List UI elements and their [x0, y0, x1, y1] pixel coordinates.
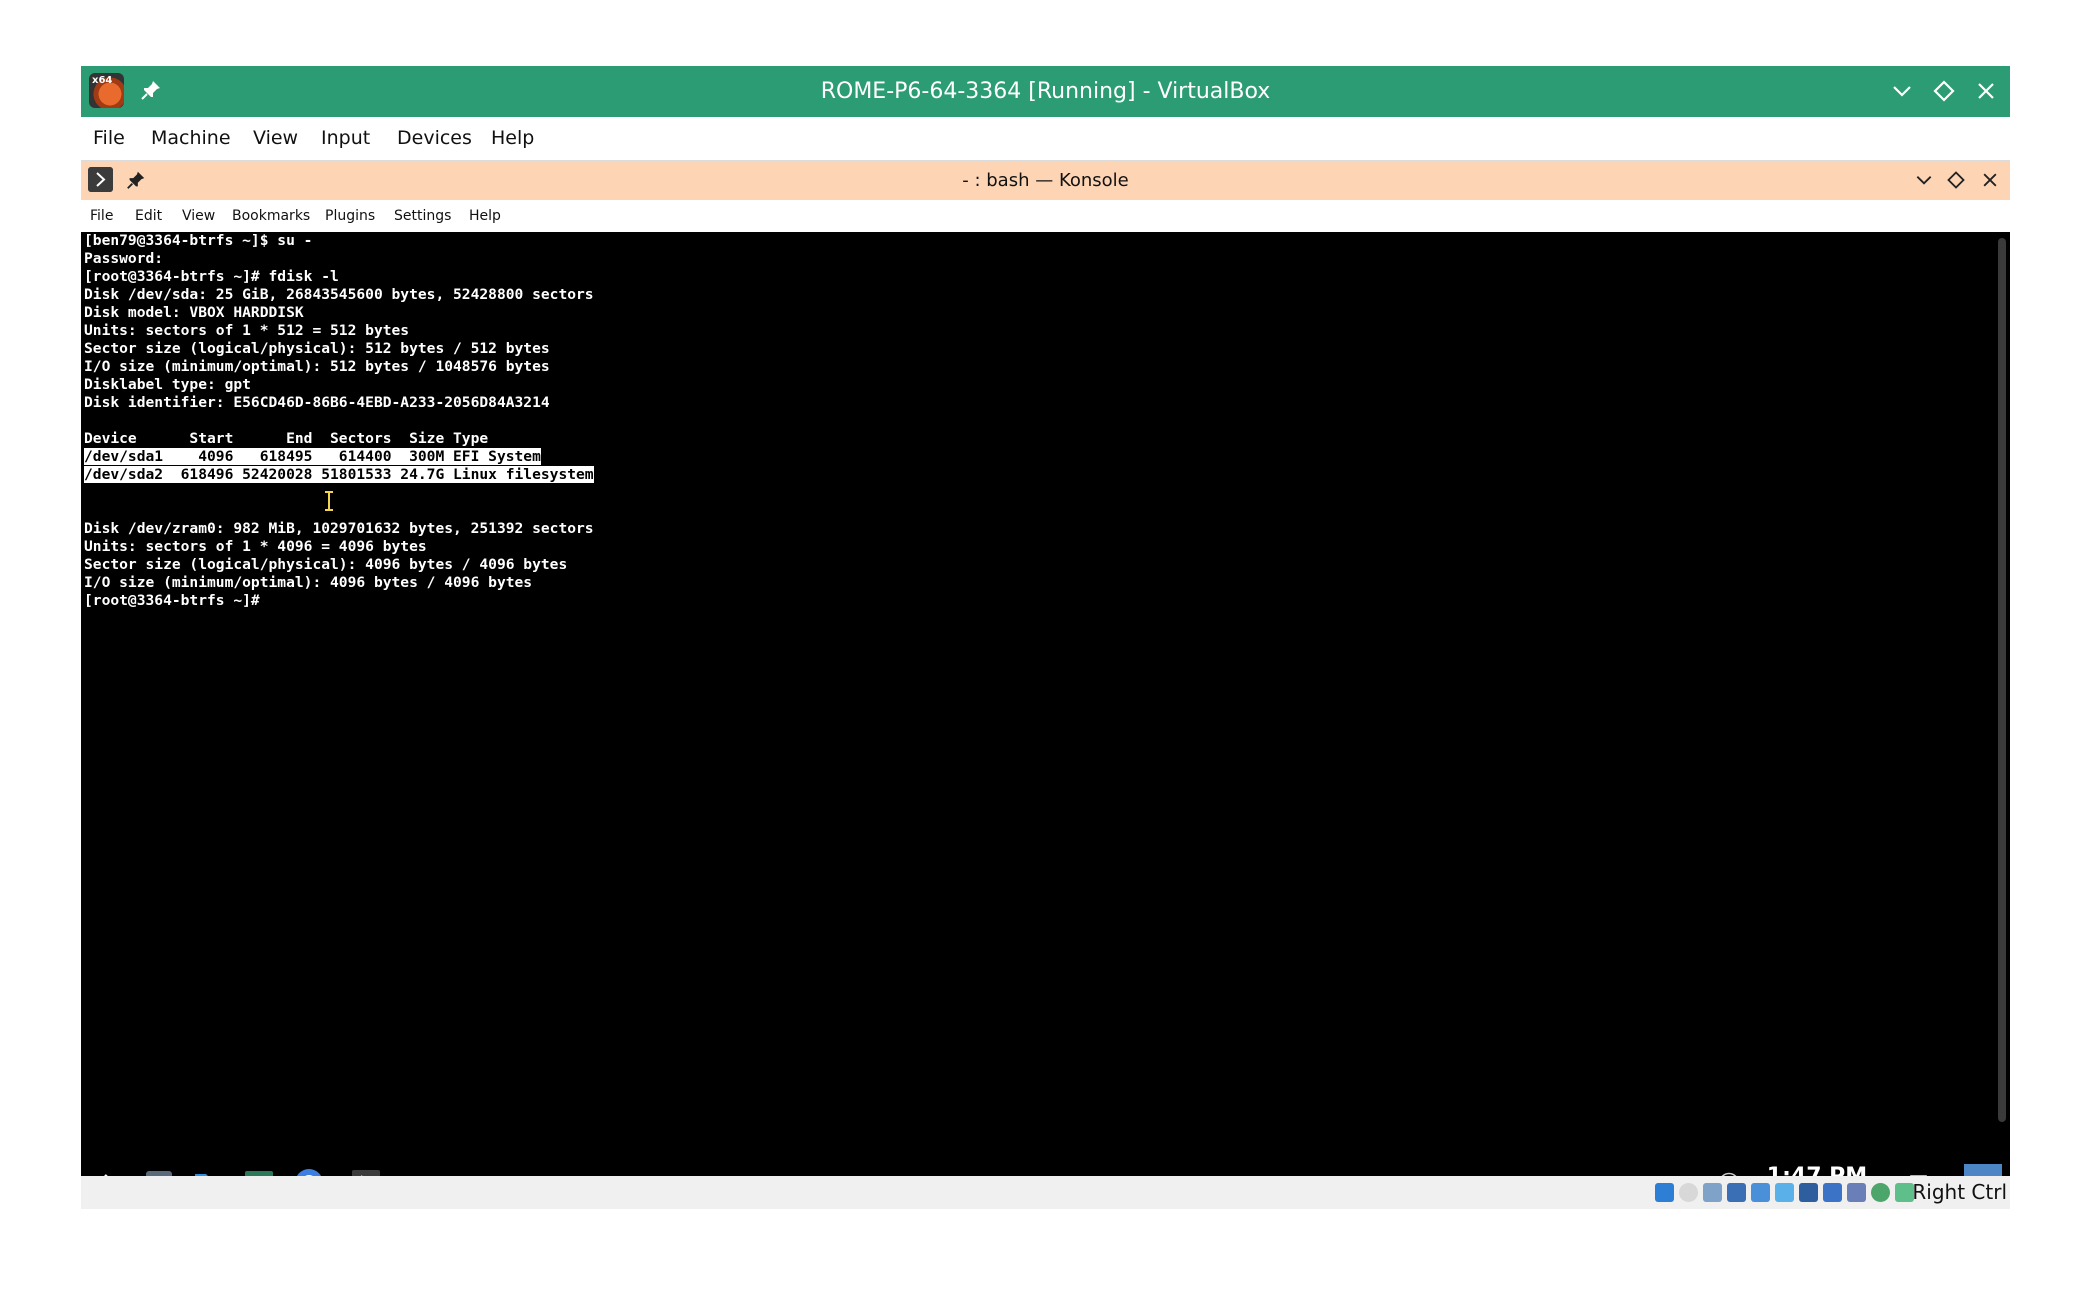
shared-folders-icon[interactable] [1775, 1183, 1794, 1202]
terminal-line: Disklabel type: gpt [84, 376, 251, 393]
menu-help[interactable]: Help [491, 117, 534, 160]
konsole-menu-file[interactable]: File [90, 200, 113, 232]
cpu-icon[interactable] [1847, 1183, 1866, 1202]
vbox-menubar: File Machine View Input Devices Help [81, 117, 2010, 161]
konsole-titlebar[interactable]: - : bash — Konsole [81, 161, 2010, 200]
maximize-icon[interactable] [1932, 79, 1956, 103]
terminal-scrollbar[interactable] [1998, 238, 2006, 1122]
konsole-menu-plugins[interactable]: Plugins [325, 200, 375, 232]
audio-icon[interactable] [1703, 1183, 1722, 1202]
display-icon[interactable] [1799, 1183, 1818, 1202]
terminal-line: Disk model: VBOX HARDDISK [84, 304, 304, 321]
hard-disk-icon[interactable] [1655, 1183, 1674, 1202]
konsole-menu-edit[interactable]: Edit [135, 200, 162, 232]
network-icon[interactable] [1727, 1183, 1746, 1202]
konsole-menu-bookmarks[interactable]: Bookmarks [232, 200, 310, 232]
terminal-line: Disk /dev/zram0: 982 MiB, 1029701632 byt… [84, 520, 594, 537]
usb-icon[interactable] [1751, 1183, 1770, 1202]
menu-view[interactable]: View [253, 117, 298, 160]
close-icon[interactable] [1974, 79, 1998, 103]
terminal-line: Units: sectors of 1 * 512 = 512 bytes [84, 322, 410, 339]
terminal-line: [root@3364-btrfs ~]# [84, 592, 260, 609]
selected-text: /dev/sda1 4096 618495 614400 300M EFI Sy… [84, 448, 541, 465]
optical-drive-icon[interactable] [1679, 1183, 1698, 1202]
terminal-line: /dev/sda1 4096 618495 614400 300M EFI Sy… [84, 448, 594, 466]
konsole-menu-help[interactable]: Help [469, 200, 501, 232]
konsole-window-title: - : bash — Konsole [962, 170, 1129, 191]
window-title: ROME-P6-64-3364 [Running] - VirtualBox [820, 79, 1271, 104]
terminal-line: Disk /dev/sda: 25 GiB, 26843545600 bytes… [84, 286, 594, 303]
menu-devices[interactable]: Devices [397, 117, 472, 160]
terminal-line: I/O size (minimum/optimal): 4096 bytes /… [84, 574, 533, 591]
maximize-icon[interactable] [1946, 170, 1966, 190]
terminal-line: [root@3364-btrfs ~]# fdisk -l [84, 268, 339, 285]
terminal-line: Password: [84, 250, 164, 267]
mouse-integration-icon[interactable] [1871, 1183, 1890, 1202]
terminal-line: Disk identifier: E56CD46D-86B6-4EBD-A233… [84, 394, 550, 411]
terminal-line: Sector size (logical/physical): 512 byte… [84, 340, 550, 357]
vbox-titlebar[interactable]: x64 ROME-P6-64-3364 [Running] - VirtualB… [81, 66, 2010, 117]
vbox-statusbar: Right Ctrl [81, 1176, 2010, 1209]
selected-text: /dev/sda2 618496 52420028 51801533 24.7G… [84, 466, 594, 483]
terminal-output: [ben79@3364-btrfs ~]$ su - Password: [root… [84, 232, 594, 610]
recording-icon[interactable] [1823, 1183, 1842, 1202]
virtualbox-window: x64 ROME-P6-64-3364 [Running] - VirtualB… [81, 66, 2010, 1209]
terminal-line: Sector size (logical/physical): 4096 byt… [84, 556, 568, 573]
konsole-menu-settings[interactable]: Settings [394, 200, 451, 232]
terminal-line: /dev/sda2 618496 52420028 51801533 24.7G… [84, 466, 594, 484]
konsole-menubar: File Edit View Bookmarks Plugins Setting… [81, 200, 2010, 232]
minimize-icon[interactable] [1890, 79, 1914, 103]
terminal-area[interactable]: [ben79@3364-btrfs ~]$ su - Password: [root… [81, 232, 2010, 1158]
host-key-label: Right Ctrl [1912, 1180, 2007, 1204]
terminal-line: I/O size (minimum/optimal): 512 bytes / … [84, 358, 550, 375]
menu-input[interactable]: Input [321, 117, 370, 160]
text-cursor-icon [325, 491, 333, 511]
menu-machine[interactable]: Machine [151, 117, 231, 160]
close-icon[interactable] [1980, 170, 2000, 190]
terminal-line: Units: sectors of 1 * 4096 = 4096 bytes [84, 538, 427, 555]
terminal-line: [ben79@3364-btrfs ~]$ su - [84, 232, 313, 249]
konsole-menu-view[interactable]: View [182, 200, 215, 232]
keyboard-icon[interactable] [1895, 1183, 1914, 1202]
minimize-icon[interactable] [1914, 170, 1934, 190]
terminal-line: Device Start End Sectors Size Type [84, 430, 489, 447]
menu-file[interactable]: File [93, 117, 125, 160]
